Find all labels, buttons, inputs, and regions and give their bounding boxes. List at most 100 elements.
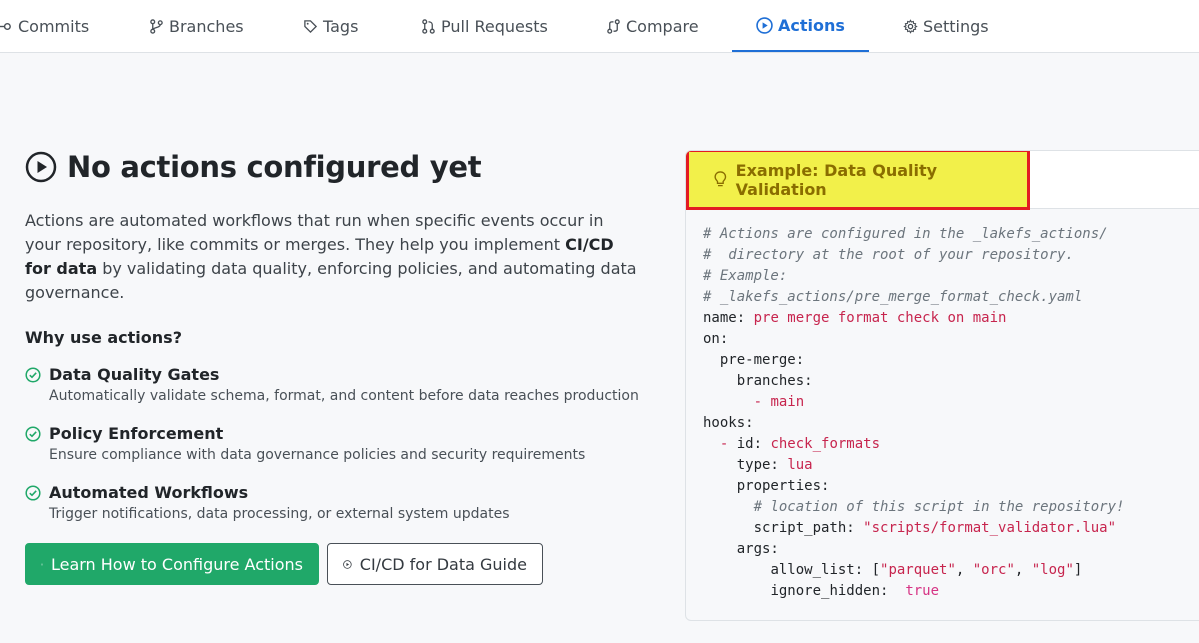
code-value: main <box>770 394 805 410</box>
feature-title: Policy Enforcement <box>49 424 224 443</box>
repo-tab-bar: Commits Branches Tags Pull Requests Comp… <box>0 0 1199 53</box>
code-value: "orc" <box>972 562 1015 578</box>
code-comment: # Actions are configured in the _lakefs_… <box>703 226 1108 242</box>
play-icon <box>756 16 773 34</box>
code-key: branches: <box>736 373 813 389</box>
check-circle-icon <box>25 426 41 442</box>
learn-configure-actions-label: Learn How to Configure Actions <box>50 554 303 574</box>
code-key: properties: <box>736 478 830 494</box>
code-value: "scripts/format_validator.lua" <box>863 520 1117 536</box>
description-text-2: by validating data quality, enforcing po… <box>25 259 637 302</box>
code-key: ignore_hidden: <box>770 583 889 599</box>
tab-compare[interactable]: Compare <box>606 0 699 53</box>
code-line: - id: check_formats <box>703 436 880 452</box>
actions-description: Actions are automated workflows that run… <box>25 209 640 305</box>
code-line: # Actions are configured in the _lakefs_… <box>703 226 1108 242</box>
code-key: allow_list: <box>770 562 864 578</box>
code-line: name: pre merge format check on main <box>703 310 1006 326</box>
why-heading: Why use actions? <box>25 328 182 347</box>
code-key: on: <box>703 331 729 347</box>
code-line: branches: <box>703 373 813 389</box>
code-value: check_formats <box>770 436 881 452</box>
check-circle-icon <box>25 485 41 501</box>
compare-icon <box>607 19 620 34</box>
tab-actions-label: Actions <box>778 15 845 35</box>
description-text-1: Actions are automated workflows that run… <box>25 211 604 254</box>
branch-icon <box>150 19 163 34</box>
code-line: # Example: <box>703 268 787 284</box>
feature-description: Ensure compliance with data governance p… <box>49 447 586 463</box>
tab-branches[interactable]: Branches <box>149 0 244 53</box>
code-comment: # _lakefs_actions/pre_merge_format_check… <box>703 289 1083 305</box>
code-line: on: <box>703 331 728 347</box>
code-line: properties: <box>703 478 830 494</box>
code-dash: - <box>719 436 737 452</box>
code-line: type: lua <box>703 457 813 473</box>
tab-branches-label: Branches <box>169 17 244 36</box>
tab-pull-requests-label: Pull Requests <box>441 17 548 36</box>
code-key: name: <box>703 310 746 326</box>
code-value: "log" <box>1031 562 1074 578</box>
example-code-block: # Actions are configured in the _lakefs_… <box>686 209 1199 602</box>
example-title: Example: Data Quality Validation <box>735 160 938 199</box>
code-key: id: <box>736 436 763 452</box>
feature-title: Automated Workflows <box>49 483 249 502</box>
code-value: lua <box>787 457 813 473</box>
feature-item: Policy Enforcement Ensure compliance wit… <box>25 423 645 465</box>
code-line: hooks: <box>703 415 754 431</box>
code-value: true <box>896 583 940 599</box>
book-icon <box>41 563 43 565</box>
gear-icon <box>903 19 918 34</box>
code-key: args: <box>736 541 779 557</box>
page-title: No actions configured yet <box>67 150 482 184</box>
code-line: # _lakefs_actions/pre_merge_format_check… <box>703 289 1082 305</box>
lightbulb-icon <box>714 171 727 187</box>
cicd-guide-label: CI/CD for Data Guide <box>359 554 527 574</box>
tab-commits-label: Commits <box>18 17 90 36</box>
tab-commits[interactable]: Commits <box>0 0 89 53</box>
play-circle-icon <box>343 559 352 569</box>
tab-settings-label: Settings <box>923 17 989 36</box>
feature-description: Automatically validate schema, format, a… <box>49 388 639 404</box>
tab-actions[interactable]: Actions <box>732 0 869 52</box>
code-line: allow_list: ["parquet", "orc", "log"] <box>770 562 1083 578</box>
code-key: type: <box>736 457 779 473</box>
tab-pull-requests[interactable]: Pull Requests <box>421 0 548 53</box>
code-line: # location of this script in the reposit… <box>703 499 1125 515</box>
feature-title: Data Quality Gates <box>49 365 220 384</box>
commit-icon <box>0 22 11 31</box>
example-card: Example: Data Quality Validation # Actio… <box>685 150 1199 621</box>
code-line: # directory at the root of your reposito… <box>703 247 1074 263</box>
code-comment: # Example: <box>703 268 788 284</box>
code-comment: # location of this script in the reposit… <box>753 499 1125 515</box>
action-buttons: Learn How to Configure Actions CI/CD for… <box>25 543 543 585</box>
cicd-guide-button[interactable]: CI/CD for Data Guide <box>327 543 543 585</box>
code-value: pre merge format check on main <box>753 310 1007 326</box>
example-header-highlight: Example: Data Quality Validation <box>686 151 1030 210</box>
feature-item: Automated Workflows Trigger notification… <box>25 482 645 524</box>
example-card-header: Example: Data Quality Validation <box>686 151 1199 210</box>
feature-item: Data Quality Gates Automatically validat… <box>25 364 645 406</box>
code-key: pre-merge: <box>719 352 805 368</box>
tab-compare-label: Compare <box>626 17 699 36</box>
code-key: hooks: <box>703 415 754 431</box>
code-comment: # directory at the root of your reposito… <box>703 247 1074 263</box>
code-line: pre-merge: <box>703 352 804 368</box>
code-line: ignore_hidden: true <box>703 583 939 599</box>
code-dash: - <box>753 394 771 410</box>
code-value: "parquet" <box>880 562 956 578</box>
code-key: script_path: <box>753 520 855 536</box>
tab-tags-label: Tags <box>323 17 359 36</box>
empty-state-header: No actions configured yet <box>25 150 645 184</box>
check-circle-icon <box>25 367 41 383</box>
pull-request-icon <box>422 19 435 34</box>
tab-tags[interactable]: Tags <box>303 0 358 53</box>
play-circle-icon <box>25 151 57 183</box>
tag-icon <box>304 20 318 34</box>
empty-state-panel: No actions configured yet Actions are au… <box>25 150 645 524</box>
code-line: - main <box>703 394 805 410</box>
feature-description: Trigger notifications, data processing, … <box>49 506 510 522</box>
code-line: script_path: "scripts/format_validator.l… <box>703 520 1116 536</box>
tab-settings[interactable]: Settings <box>903 0 989 53</box>
learn-configure-actions-button[interactable]: Learn How to Configure Actions <box>25 543 319 585</box>
